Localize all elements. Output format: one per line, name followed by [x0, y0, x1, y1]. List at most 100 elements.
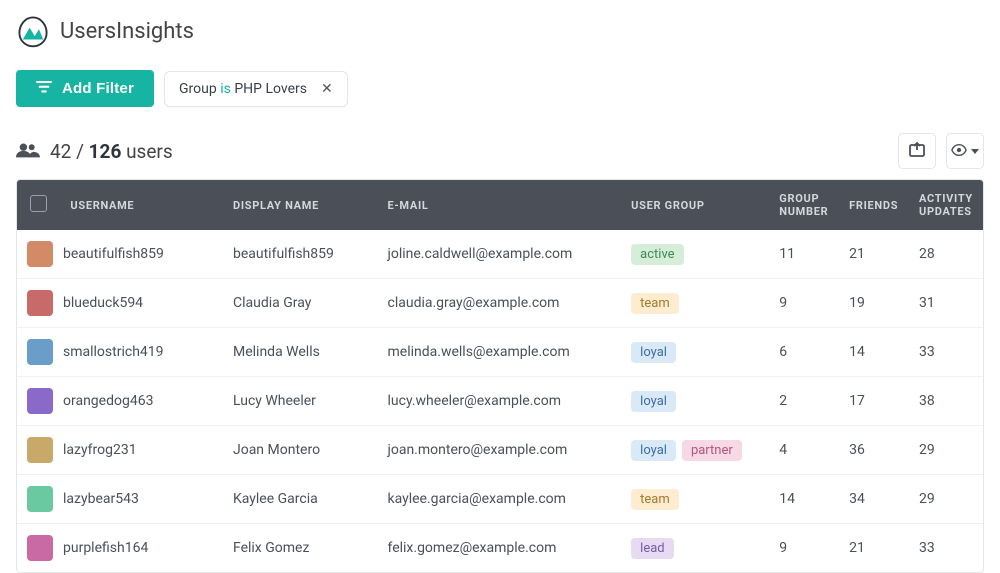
group-tag: team [631, 293, 679, 314]
table-row[interactable]: blueduck594 Claudia Grayclaudia.gray@exam… [17, 279, 983, 328]
avatar [27, 241, 53, 267]
filter-chip-value: PHP Lovers [234, 81, 307, 97]
cell-friends: 34 [839, 475, 909, 524]
cell-username: lazyfrog231 [63, 442, 137, 458]
add-filter-button[interactable]: Add Filter [16, 70, 154, 107]
toolbar: Add Filter Group is PHP Lovers ✕ [16, 70, 984, 107]
filter-chip[interactable]: Group is PHP Lovers ✕ [164, 71, 348, 107]
avatar [27, 339, 53, 365]
avatar [27, 437, 53, 463]
cell-email: kaylee.garcia@example.com [378, 475, 622, 524]
cell-email: melinda.wells@example.com [378, 328, 622, 377]
users-table: USERNAME DISPLAY NAME E-MAIL USER GROUP … [16, 179, 984, 573]
avatar [27, 290, 53, 316]
col-header-activity-updates[interactable]: ACTIVITY UPDATES [909, 180, 983, 230]
chevron-down-icon [971, 149, 979, 154]
columns-visibility-button[interactable] [946, 133, 984, 169]
user-count: 42 / 126 users [16, 140, 173, 163]
avatar [27, 535, 53, 561]
group-tag: lead [631, 538, 673, 559]
cell-group-number: 9 [769, 279, 839, 328]
table-row[interactable]: smallostrich419 Melinda Wellsmelinda.well… [17, 328, 983, 377]
cell-friends: 21 [839, 230, 909, 279]
group-tag: partner [682, 440, 742, 461]
col-header-email[interactable]: E-MAIL [378, 180, 622, 230]
table-row[interactable]: lazybear543 Kaylee Garciakaylee.garcia@ex… [17, 475, 983, 524]
filter-chip-remove-icon[interactable]: ✕ [317, 81, 333, 97]
col-header-friends[interactable]: FRIENDS [839, 180, 909, 230]
col-header-username[interactable]: USERNAME [60, 180, 223, 230]
export-icon [909, 142, 925, 161]
cell-username: smallostrich419 [63, 344, 164, 360]
cell-email: claudia.gray@example.com [378, 279, 622, 328]
filter-icon [36, 80, 52, 97]
cell-user-group: loyal [621, 328, 769, 377]
table-row[interactable]: orangedog463 Lucy Wheelerlucy.wheeler@exa… [17, 377, 983, 426]
cell-username: lazybear543 [63, 491, 139, 507]
cell-email: felix.gomez@example.com [378, 524, 622, 573]
cell-friends: 17 [839, 377, 909, 426]
cell-user-group: loyal partner [621, 426, 769, 475]
cell-friends: 19 [839, 279, 909, 328]
cell-display-name: Lucy Wheeler [223, 377, 378, 426]
cell-username: blueduck594 [63, 295, 143, 311]
cell-email: lucy.wheeler@example.com [378, 377, 622, 426]
user-count-suffix: users [126, 140, 173, 163]
avatar [27, 388, 53, 414]
add-filter-label: Add Filter [62, 80, 134, 97]
cell-group-number: 14 [769, 475, 839, 524]
cell-user-group: lead [621, 524, 769, 573]
cell-user-group: loyal [621, 377, 769, 426]
cell-username: orangedog463 [63, 393, 153, 409]
group-tag: team [631, 489, 679, 510]
cell-group-number: 9 [769, 524, 839, 573]
brand-name: UsersInsights [60, 19, 194, 44]
cell-group-number: 6 [769, 328, 839, 377]
table-actions [898, 133, 984, 169]
select-all-checkbox[interactable] [30, 195, 47, 212]
cell-display-name: beautifulfish859 [223, 230, 378, 279]
col-header-user-group[interactable]: USER GROUP [621, 180, 769, 230]
cell-display-name: Claudia Gray [223, 279, 378, 328]
cell-group-number: 11 [769, 230, 839, 279]
group-tag: loyal [631, 440, 676, 461]
cell-display-name: Felix Gomez [223, 524, 378, 573]
cell-email: joan.montero@example.com [378, 426, 622, 475]
cell-email: joline.caldwell@example.com [378, 230, 622, 279]
cell-friends: 14 [839, 328, 909, 377]
cell-user-group: active [621, 230, 769, 279]
cell-display-name: Kaylee Garcia [223, 475, 378, 524]
cell-friends: 36 [839, 426, 909, 475]
avatar [27, 486, 53, 512]
col-header-group-number[interactable]: GROUP NUMBER [769, 180, 839, 230]
users-icon [16, 140, 40, 163]
col-header-display-name[interactable]: DISPLAY NAME [223, 180, 378, 230]
user-count-total: 126 [89, 140, 122, 163]
cell-user-group: team [621, 475, 769, 524]
cell-display-name: Melinda Wells [223, 328, 378, 377]
user-count-visible: 42 [50, 140, 71, 163]
cell-user-group: team [621, 279, 769, 328]
logo-icon [16, 14, 50, 48]
export-button[interactable] [898, 133, 936, 169]
brand-logo: UsersInsights [16, 14, 984, 48]
cell-activity-updates: 33 [909, 328, 983, 377]
cell-friends: 21 [839, 524, 909, 573]
filter-chip-field: Group [179, 81, 217, 97]
cell-activity-updates: 38 [909, 377, 983, 426]
cell-activity-updates: 33 [909, 524, 983, 573]
cell-username: purplefish164 [63, 540, 148, 556]
cell-activity-updates: 31 [909, 279, 983, 328]
table-row[interactable]: lazyfrog231Joan Monterojoan.montero@exam… [17, 426, 983, 475]
cell-activity-updates: 29 [909, 475, 983, 524]
cell-username: beautifulfish859 [63, 246, 164, 262]
cell-activity-updates: 29 [909, 426, 983, 475]
cell-activity-updates: 28 [909, 230, 983, 279]
table-row[interactable]: beautifulfish859beautifulfish859joline.c… [17, 230, 983, 279]
cell-group-number: 2 [769, 377, 839, 426]
group-tag: loyal [631, 342, 676, 363]
table-row[interactable]: purplefish164 Felix Gomezfelix.gomez@exam… [17, 524, 983, 573]
group-tag: active [631, 244, 683, 265]
user-count-sep: / [76, 140, 84, 163]
filter-chip-op: is [220, 81, 231, 97]
